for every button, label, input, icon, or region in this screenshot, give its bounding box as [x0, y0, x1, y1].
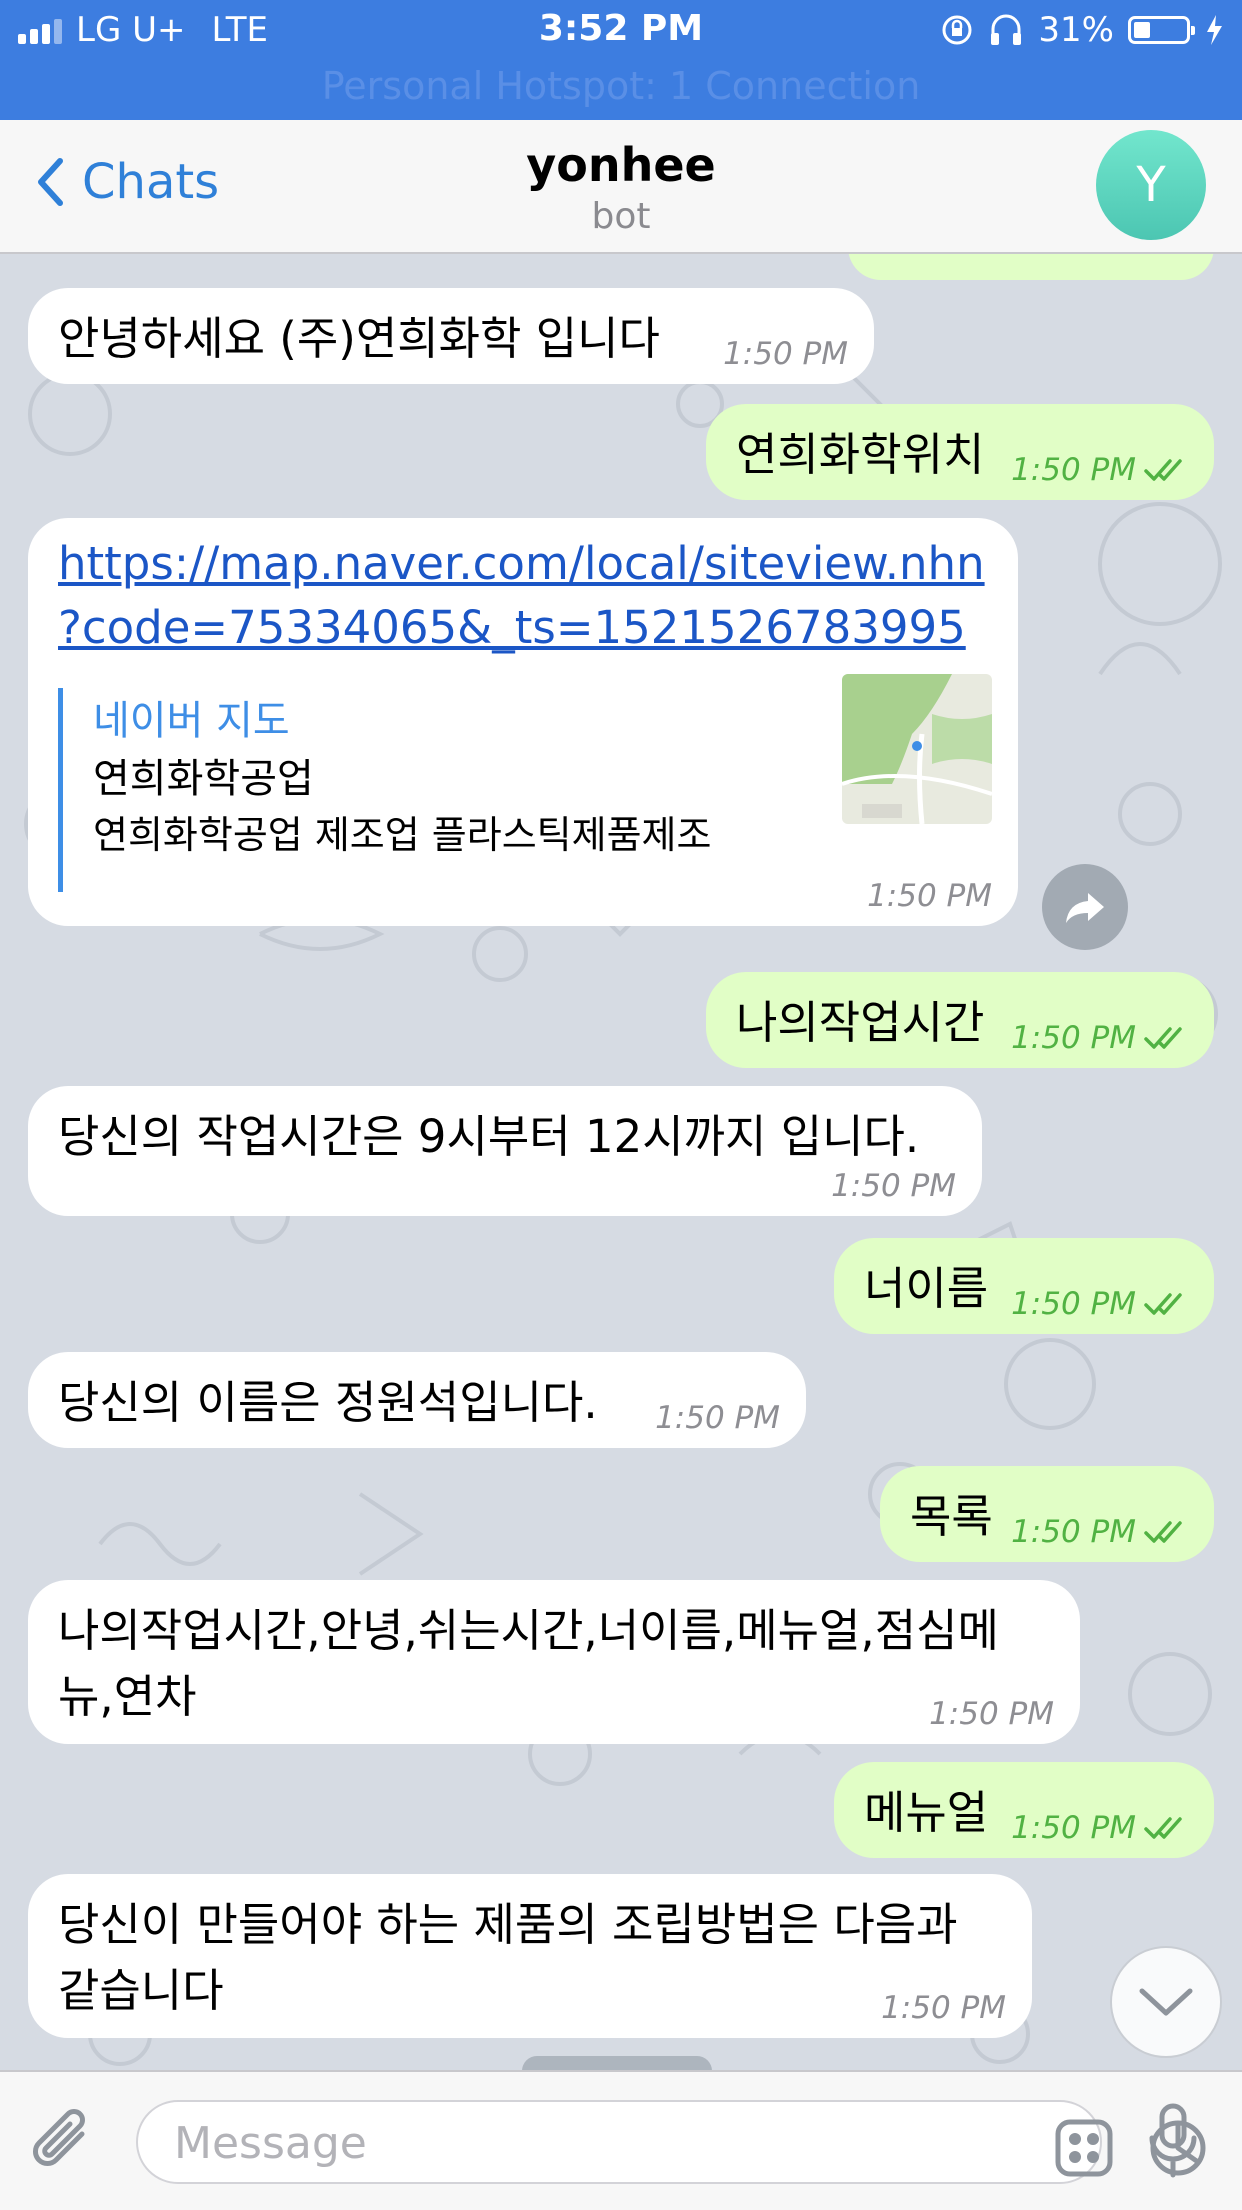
- headphones-icon: [991, 14, 1022, 45]
- rotation-lock-icon: [942, 15, 972, 45]
- status-bar: LG U+ LTE 3:52 PM 31% Personal Hotspot: …: [0, 0, 1242, 120]
- message-out[interactable]: 메뉴얼 1:50 PM: [834, 1762, 1214, 1858]
- preview-title: 연희화학공업: [93, 756, 314, 802]
- message-text-line: 나의작업시간,안녕,쉬는시간,너이름,메뉴얼,점심메: [58, 1604, 999, 1657]
- battery-percent: 31%: [1038, 10, 1114, 50]
- message-out-partial[interactable]: [848, 254, 1214, 280]
- message-list[interactable]: 안녕하세요 (주)연희화학 입니다 1:50 PM 연희화학위치 1:50 PM…: [0, 254, 1242, 2070]
- double-check-icon: [1144, 1027, 1182, 1049]
- preview-description: 연희화학공업 제조업 플라스틱제품제조: [93, 813, 712, 857]
- message-time: 1:50 PM: [723, 336, 848, 372]
- message-in[interactable]: 안녕하세요 (주)연희화학 입니다 1:50 PM: [28, 288, 874, 384]
- message-time: 1:50 PM: [1011, 1286, 1188, 1322]
- double-check-icon: [1144, 459, 1182, 481]
- attach-icon: [33, 2109, 85, 2166]
- message-out[interactable]: 나의작업시간 1:50 PM: [706, 972, 1214, 1068]
- message-in[interactable]: 당신의 이름은 정원석입니다. 1:50 PM: [28, 1352, 806, 1448]
- composer: Message: [0, 2070, 1242, 2210]
- sticker-icon[interactable]: [1054, 2118, 1114, 2178]
- scroll-to-bottom-button[interactable]: [1110, 1946, 1222, 2058]
- message-time-label: 1:50 PM: [1011, 1810, 1136, 1846]
- message-in-link[interactable]: https://map.naver.com/local/siteview.nhn…: [28, 518, 1018, 926]
- message-in[interactable]: 나의작업시간,안녕,쉬는시간,너이름,메뉴얼,점심메 뉴,연차 1:50 PM: [28, 1580, 1080, 1744]
- message-time: 1:50 PM: [1011, 1020, 1188, 1056]
- chevron-down-icon: [1139, 1988, 1193, 2016]
- date-pill: [522, 2056, 712, 2070]
- double-check-icon: [1144, 1521, 1182, 1543]
- voice-record-button[interactable]: [1146, 2102, 1200, 2184]
- share-button[interactable]: [1042, 864, 1128, 950]
- status-right: 31%: [940, 10, 1224, 50]
- message-time: 1:50 PM: [1011, 452, 1188, 488]
- mic-icon: [1149, 2103, 1197, 2178]
- message-text-line: 당신이 만들어야 하는 제품의 조립방법은 다음과: [58, 1898, 958, 1951]
- message-time-label: 1:50 PM: [1011, 1286, 1136, 1322]
- chat-title: yonhee: [526, 138, 716, 192]
- message-out[interactable]: 너이름 1:50 PM: [834, 1238, 1214, 1334]
- message-time: 1:50 PM: [1011, 1514, 1188, 1550]
- message-input-placeholder: Message: [174, 2118, 367, 2169]
- avatar[interactable]: Y: [1096, 130, 1206, 240]
- attach-button[interactable]: [30, 2104, 100, 2184]
- chat-header: Chats yonhee bot Y: [0, 120, 1242, 254]
- message-in[interactable]: 당신의 작업시간은 9시부터 12시까지 입니다. 1:50 PM: [28, 1086, 982, 1216]
- share-icon: [1066, 893, 1104, 923]
- message-time-label: 1:50 PM: [1011, 1020, 1136, 1056]
- charging-bolt-icon: [1207, 15, 1222, 45]
- map-thumbnail[interactable]: [842, 674, 992, 824]
- message-link-cont[interactable]: ?code=75334065&_ts=1521526783995: [58, 596, 1018, 660]
- message-time: 1:50 PM: [1011, 1810, 1188, 1846]
- message-time: 1:50 PM: [881, 1990, 1006, 2026]
- message-time: 1:50 PM: [655, 1400, 780, 1436]
- message-input[interactable]: Message: [136, 2100, 1206, 2184]
- chat-title-block[interactable]: yonhee bot: [0, 138, 1242, 237]
- chat-subtitle: bot: [591, 196, 651, 237]
- hotspot-banner[interactable]: Personal Hotspot: 1 Connection: [0, 64, 1242, 108]
- message-time: 1:50 PM: [831, 1168, 956, 1204]
- message-in[interactable]: 당신이 만들어야 하는 제품의 조립방법은 다음과 같습니다 1:50 PM: [28, 1874, 1032, 2038]
- double-check-icon: [1144, 1293, 1182, 1315]
- message-out[interactable]: 목록 1:50 PM: [880, 1466, 1214, 1562]
- message-time: 1:50 PM: [867, 878, 992, 914]
- message-time-label: 1:50 PM: [1011, 452, 1136, 488]
- message-link[interactable]: https://map.naver.com/local/siteview.nhn: [58, 532, 1018, 596]
- double-check-icon: [1144, 1817, 1182, 1839]
- message-text: 당신의 작업시간은 9시부터 12시까지 입니다.: [58, 1110, 920, 1163]
- battery-icon: [1128, 16, 1195, 44]
- message-text-line: 뉴,연차: [58, 1670, 197, 1723]
- message-time-label: 1:50 PM: [1011, 1514, 1136, 1550]
- message-out[interactable]: 연희화학위치 1:50 PM: [706, 404, 1214, 500]
- preview-site-name: 네이버 지도: [93, 698, 290, 744]
- message-time: 1:50 PM: [929, 1696, 1054, 1732]
